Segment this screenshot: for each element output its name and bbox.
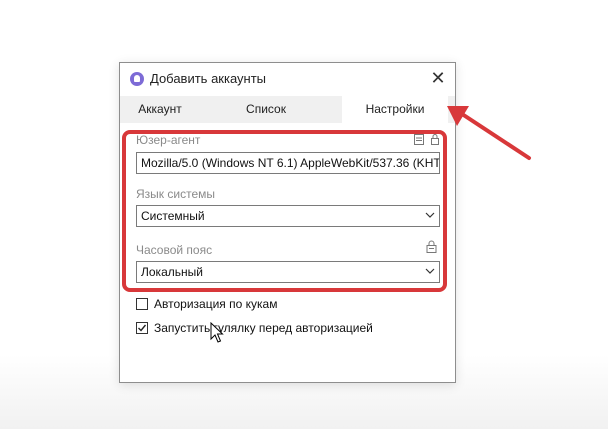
list-icon[interactable] (414, 134, 424, 145)
user-agent-input[interactable]: Mozilla/5.0 (Windows NT 6.1) AppleWebKit… (136, 152, 440, 174)
system-language-value: Системный (141, 209, 205, 223)
timezone-label: Часовой пояс (136, 243, 213, 257)
timezone-select[interactable]: Локальный (136, 261, 440, 283)
system-language-select[interactable]: Системный (136, 205, 440, 227)
add-accounts-dialog: Добавить аккаунты ✕ Аккаунт Список Настр… (119, 62, 456, 383)
timezone-value: Локальный (141, 265, 203, 279)
run-walker-checkbox[interactable] (136, 322, 148, 334)
annotation-arrow (447, 106, 531, 160)
chevron-down-icon (425, 212, 435, 218)
tab-settings[interactable]: Настройки (342, 96, 448, 123)
tab-list[interactable]: Список (212, 96, 320, 123)
cookie-auth-label[interactable]: Авторизация по кукам (154, 297, 277, 311)
lock-icon[interactable] (426, 240, 437, 253)
chevron-down-icon (425, 268, 435, 274)
user-agent-label: Юзер-агент (136, 133, 201, 147)
dialog-title: Добавить аккаунты (150, 71, 267, 86)
tab-account[interactable]: Аккаунт (120, 96, 200, 123)
cookie-auth-checkbox[interactable] (136, 298, 148, 310)
lock-icon[interactable] (431, 134, 439, 145)
run-walker-label[interactable]: Запустить гулялку перед авторизацией (154, 321, 373, 335)
app-icon (130, 72, 144, 86)
checkmark-icon (138, 324, 147, 332)
tab-bar: Аккаунт Список Настройки (120, 96, 455, 123)
dialog-titlebar: Добавить аккаунты ✕ (120, 63, 455, 95)
system-language-label: Язык системы (136, 187, 215, 201)
close-button[interactable]: ✕ (427, 67, 449, 89)
